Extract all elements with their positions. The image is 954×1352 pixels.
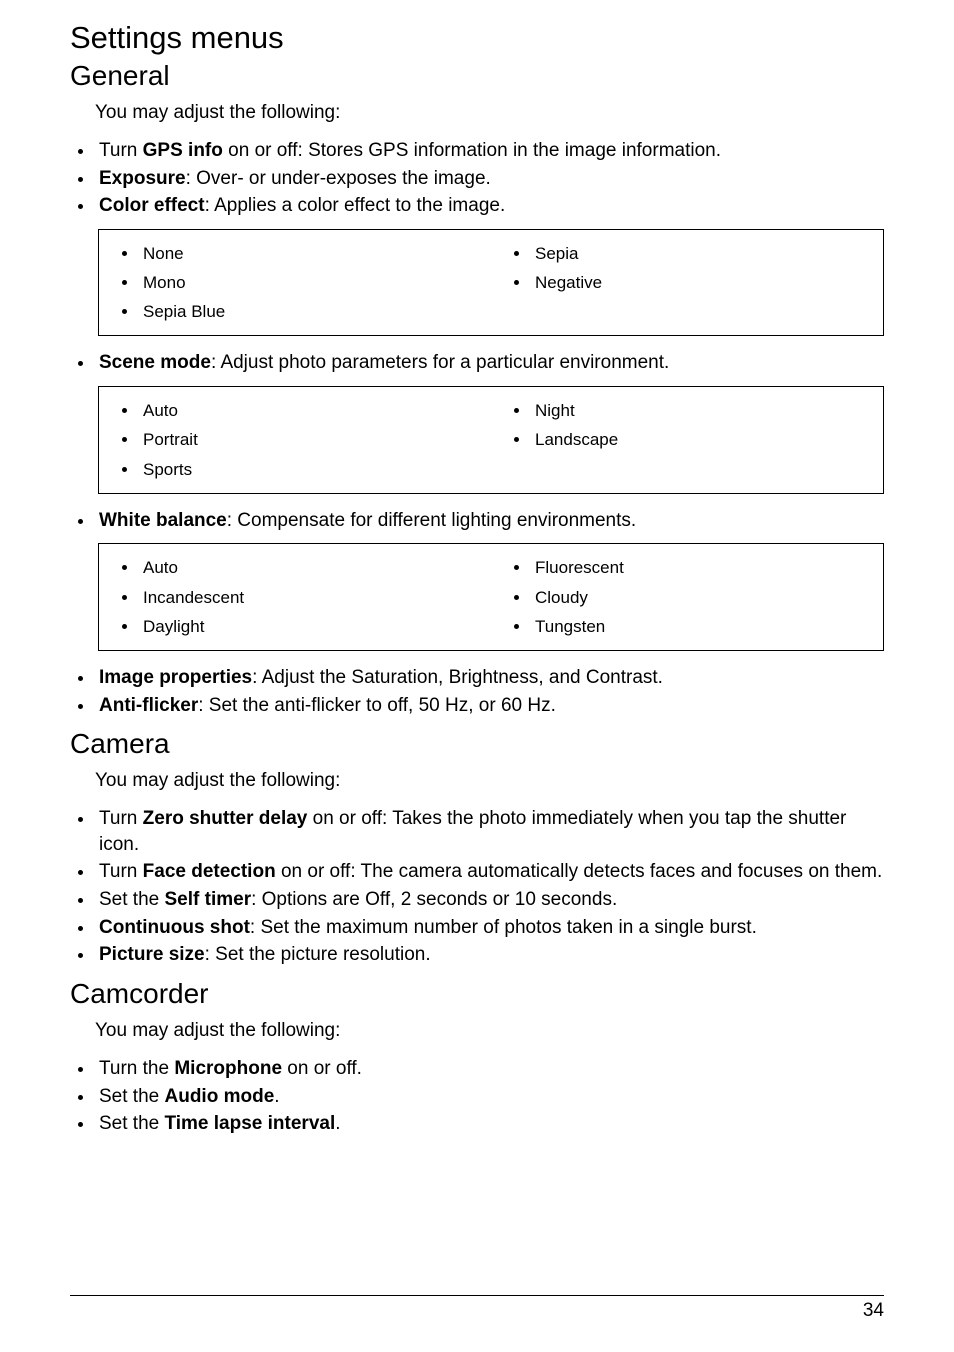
b: Exposure — [99, 168, 186, 189]
b: White balance — [99, 510, 227, 531]
color-box-left: None Mono Sepia Blue — [99, 238, 491, 328]
wb-box-right: Fluorescent Cloudy Tungsten — [491, 552, 883, 642]
general-list-2: Scene mode: Adjust photo parameters for … — [70, 350, 884, 376]
heading-general: General — [70, 60, 884, 92]
t2: : Options are Off, 2 seconds or 10 secon… — [251, 889, 617, 910]
opt-night: Night — [531, 397, 883, 424]
opt-daylight: Daylight — [139, 613, 491, 640]
scene-mode-box: Auto Portrait Sports Night Landscape — [98, 386, 884, 494]
item-microphone: Turn the Microphone on or off. — [95, 1056, 884, 1082]
general-list-4: Image properties: Adjust the Saturation,… — [70, 665, 884, 718]
scene-box-left: Auto Portrait Sports — [99, 395, 491, 485]
item-self-timer: Set the Self timer: Options are Off, 2 s… — [95, 887, 884, 913]
b: GPS info — [143, 140, 223, 161]
item-time-lapse: Set the Time lapse interval. — [95, 1111, 884, 1137]
b: Zero shutter delay — [143, 808, 308, 829]
b: Self timer — [165, 889, 252, 910]
page-number: 34 — [863, 1300, 884, 1321]
page-title: Settings menus — [70, 20, 884, 56]
opt-portrait: Portrait — [139, 426, 491, 453]
item-anti-flicker: Anti-flicker: Set the anti-flicker to of… — [95, 693, 884, 719]
opt-cloudy: Cloudy — [531, 584, 883, 611]
page: Settings menus General You may adjust th… — [0, 0, 954, 1352]
opt-mono: Mono — [139, 269, 491, 296]
general-intro: You may adjust the following: — [95, 102, 884, 124]
opt-fluorescent: Fluorescent — [531, 554, 883, 581]
opt-sepia-blue: Sepia Blue — [139, 298, 491, 325]
t: : Over- or under-exposes the image. — [186, 168, 491, 189]
b: Anti-flicker — [99, 695, 198, 716]
opt-auto: Auto — [139, 397, 491, 424]
t: Turn the — [99, 1058, 174, 1079]
b: Continuous shot — [99, 917, 250, 938]
footer: 34 — [70, 1295, 884, 1322]
color-box-right: Sepia Negative — [491, 238, 883, 328]
item-zero-shutter: Turn Zero shutter delay on or off: Takes… — [95, 806, 884, 857]
opt-negative: Negative — [531, 269, 883, 296]
b: Face detection — [143, 861, 276, 882]
b: Color effect — [99, 195, 205, 216]
b: Scene mode — [99, 352, 211, 373]
camera-intro-wrap: You may adjust the following: — [95, 770, 884, 792]
b: Image properties — [99, 667, 252, 688]
item-exposure: Exposure: Over- or under-exposes the ima… — [95, 166, 884, 192]
t: : Compensate for different lighting envi… — [227, 510, 636, 531]
wb-box-left: Auto Incandescent Daylight — [99, 552, 491, 642]
t2: on or off: The camera automatically dete… — [276, 861, 883, 882]
camcorder-intro-wrap: You may adjust the following: — [95, 1020, 884, 1042]
t: : Set the maximum number of photos taken… — [250, 917, 757, 938]
heading-camcorder: Camcorder — [70, 978, 884, 1010]
scene-box-right: Night Landscape — [491, 395, 883, 485]
item-face-detection: Turn Face detection on or off: The camer… — [95, 859, 884, 885]
item-color-effect: Color effect: Applies a color effect to … — [95, 193, 884, 219]
t2: on or off: Stores GPS information in the… — [223, 140, 721, 161]
opt-wb-auto: Auto — [139, 554, 491, 581]
t: : Set the picture resolution. — [205, 944, 431, 965]
t: Turn — [99, 140, 143, 161]
heading-camera: Camera — [70, 728, 884, 760]
t: Turn — [99, 861, 143, 882]
general-list-3: White balance: Compensate for different … — [70, 508, 884, 534]
camcorder-list: Turn the Microphone on or off. Set the A… — [70, 1056, 884, 1137]
t: Turn — [99, 808, 143, 829]
opt-incandescent: Incandescent — [139, 584, 491, 611]
camera-list: Turn Zero shutter delay on or off: Takes… — [70, 806, 884, 968]
white-balance-box: Auto Incandescent Daylight Fluorescent C… — [98, 543, 884, 651]
b: Microphone — [174, 1058, 282, 1079]
t: : Adjust the Saturation, Brightness, and… — [252, 667, 663, 688]
t: : Adjust photo parameters for a particul… — [211, 352, 669, 373]
opt-sports: Sports — [139, 456, 491, 483]
t2: . — [335, 1113, 340, 1134]
opt-landscape: Landscape — [531, 426, 883, 453]
camcorder-intro: You may adjust the following: — [95, 1020, 884, 1042]
t: : Set the anti-flicker to off, 50 Hz, or… — [198, 695, 556, 716]
item-image-properties: Image properties: Adjust the Saturation,… — [95, 665, 884, 691]
t2: . — [274, 1086, 279, 1107]
t2: on or off. — [282, 1058, 362, 1079]
item-continuous-shot: Continuous shot: Set the maximum number … — [95, 915, 884, 941]
item-gps: Turn GPS info on or off: Stores GPS info… — [95, 138, 884, 164]
b: Time lapse interval — [165, 1113, 336, 1134]
item-white-balance: White balance: Compensate for different … — [95, 508, 884, 534]
camera-intro: You may adjust the following: — [95, 770, 884, 792]
b: Picture size — [99, 944, 205, 965]
b: Audio mode — [165, 1086, 275, 1107]
t: : Applies a color effect to the image. — [205, 195, 506, 216]
general-list: Turn GPS info on or off: Stores GPS info… — [70, 138, 884, 219]
t: Set the — [99, 1113, 165, 1134]
item-audio-mode: Set the Audio mode. — [95, 1084, 884, 1110]
opt-none: None — [139, 240, 491, 267]
item-picture-size: Picture size: Set the picture resolution… — [95, 942, 884, 968]
opt-sepia: Sepia — [531, 240, 883, 267]
t: Set the — [99, 889, 165, 910]
item-scene-mode: Scene mode: Adjust photo parameters for … — [95, 350, 884, 376]
opt-tungsten: Tungsten — [531, 613, 883, 640]
color-effect-box: None Mono Sepia Blue Sepia Negative — [98, 229, 884, 337]
t: Set the — [99, 1086, 165, 1107]
general-intro-wrap: You may adjust the following: — [95, 102, 884, 124]
